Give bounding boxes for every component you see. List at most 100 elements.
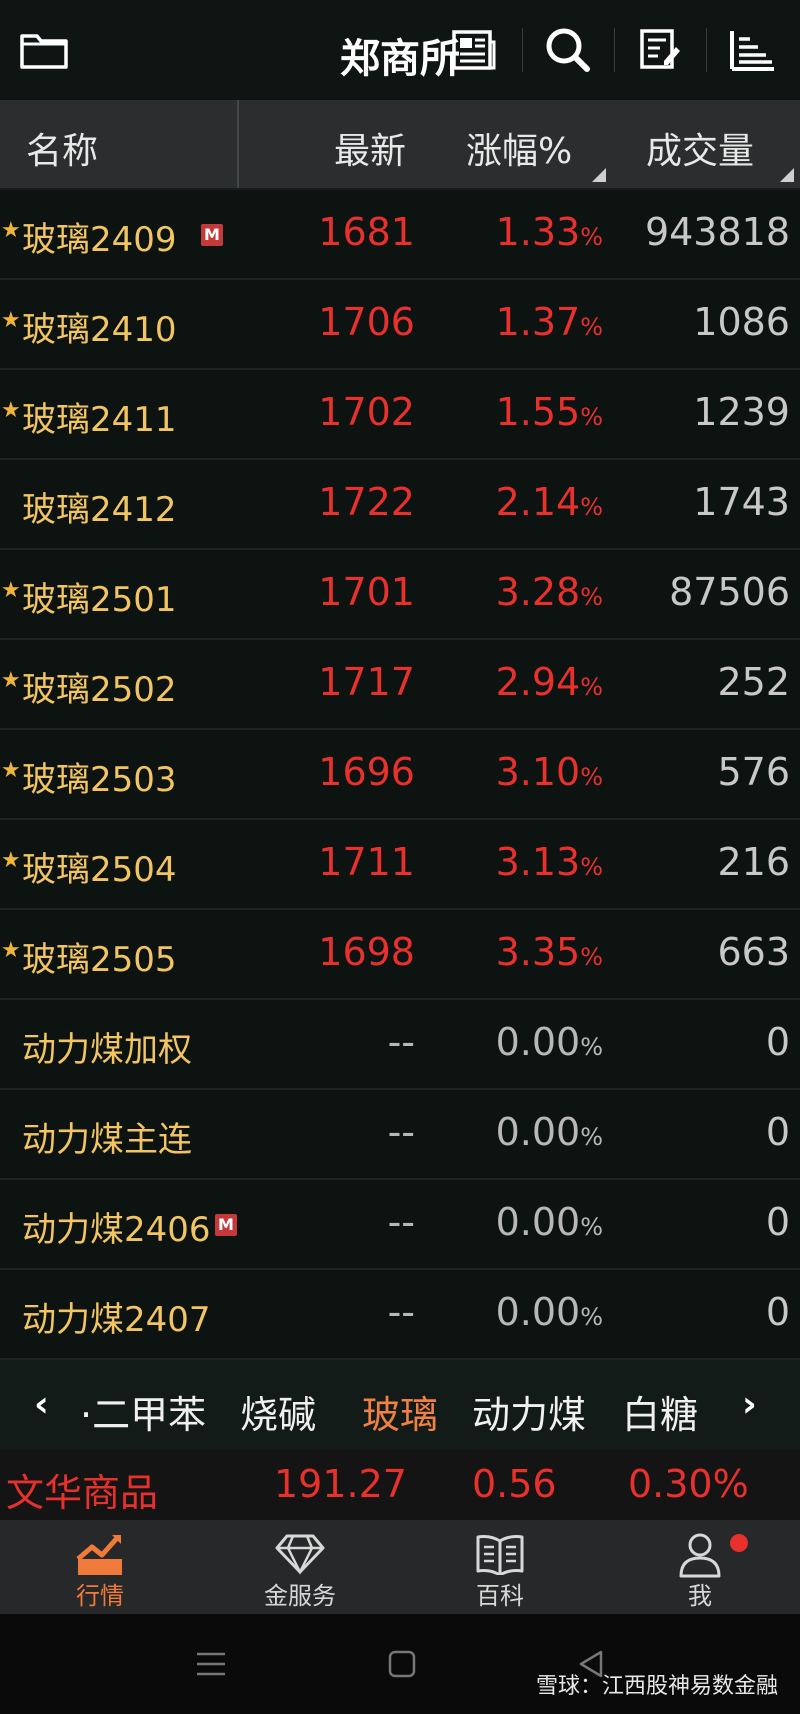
category-bar: ‹ ·二甲苯 烧碱 玻璃 动力煤 白糖 › bbox=[0, 1358, 800, 1452]
contract-name: 动力煤加权 bbox=[22, 1030, 192, 1070]
tab-market[interactable]: 行情 bbox=[0, 1520, 200, 1614]
book-icon bbox=[470, 1528, 530, 1580]
percent-symbol: % bbox=[580, 763, 603, 791]
contract-name: 玻璃2412 bbox=[22, 490, 177, 530]
star-icon: ★ bbox=[1, 218, 21, 243]
change-value: 2.94 bbox=[495, 660, 581, 704]
sort-indicator-icon bbox=[592, 168, 606, 182]
table-row[interactable]: ★ 玻璃2502 1717 2.94% 252 bbox=[0, 640, 800, 730]
table-row[interactable]: ★ 玻璃2411 1702 1.55% 1239 bbox=[0, 370, 800, 460]
column-volume[interactable]: 成交量 bbox=[646, 122, 754, 174]
change-value: 1.55 bbox=[495, 390, 581, 434]
contract-name: 玻璃2503 bbox=[22, 760, 177, 800]
star-icon: ★ bbox=[1, 668, 21, 693]
category-sugar[interactable]: 白糖 bbox=[622, 1384, 698, 1439]
latest-price: 1681 bbox=[318, 210, 415, 254]
category-xylene[interactable]: ·二甲苯 bbox=[80, 1384, 206, 1439]
market-chart-icon bbox=[70, 1528, 130, 1580]
tab-me[interactable]: 我 bbox=[600, 1520, 800, 1614]
column-latest[interactable]: 最新 bbox=[334, 122, 406, 174]
column-header: 名称 最新 涨幅% 成交量 bbox=[0, 100, 800, 190]
tab-gold-service[interactable]: 金服务 bbox=[200, 1520, 400, 1614]
column-divider bbox=[237, 100, 239, 188]
change-percent: 3.13% bbox=[496, 840, 603, 884]
sort-indicator-icon bbox=[780, 168, 794, 182]
table-row[interactable]: ★ 玻璃2505 1698 3.35% 663 bbox=[0, 910, 800, 1000]
watermark: 雪球：江西股神易数金融 bbox=[535, 1674, 778, 1699]
percent-symbol: % bbox=[580, 943, 603, 971]
latest-price: -- bbox=[387, 1200, 415, 1244]
column-change[interactable]: 涨幅% bbox=[466, 122, 572, 174]
contract-name: 玻璃2411 bbox=[22, 400, 177, 440]
menu-icon[interactable] bbox=[183, 1636, 239, 1692]
contract-name: 动力煤主连 bbox=[22, 1120, 192, 1160]
toolbar-divider bbox=[706, 28, 707, 72]
latest-price: 1717 bbox=[318, 660, 415, 704]
table-row[interactable]: 动力煤加权 -- 0.00% 0 bbox=[0, 1000, 800, 1090]
volume: 0 bbox=[765, 1290, 790, 1334]
percent-symbol: % bbox=[580, 313, 603, 341]
change-value: 0.00 bbox=[495, 1200, 581, 1244]
change-percent: 0.00% bbox=[496, 1110, 603, 1154]
star-icon: ★ bbox=[1, 578, 21, 603]
category-next-icon[interactable]: › bbox=[742, 1384, 757, 1425]
contract-name: 玻璃2501 bbox=[22, 580, 177, 620]
category-caustic-soda[interactable]: 烧碱 bbox=[240, 1384, 316, 1439]
volume: 943818 bbox=[644, 210, 790, 254]
latest-price: 1722 bbox=[318, 480, 415, 524]
folder-icon[interactable] bbox=[16, 22, 72, 78]
volume: 0 bbox=[765, 1110, 790, 1154]
news-icon[interactable] bbox=[446, 22, 502, 78]
search-icon[interactable] bbox=[540, 22, 596, 78]
percent-symbol: % bbox=[580, 673, 603, 701]
table-row[interactable]: 动力煤2407 -- 0.00% 0 bbox=[0, 1270, 800, 1360]
latest-price: 1702 bbox=[318, 390, 415, 434]
index-change: 0.56 bbox=[472, 1462, 557, 1506]
volume: 1743 bbox=[693, 480, 790, 524]
change-value: 3.10 bbox=[495, 750, 581, 794]
tab-encyclopedia[interactable]: 百科 bbox=[400, 1520, 600, 1614]
change-percent: 2.14% bbox=[496, 480, 603, 524]
volume: 663 bbox=[717, 930, 790, 974]
table-row[interactable]: ★ 玻璃2409 M 1681 1.33% 943818 bbox=[0, 190, 800, 280]
table-row[interactable]: ★ 玻璃2503 1696 3.10% 576 bbox=[0, 730, 800, 820]
table-row[interactable]: ★ 玻璃2501 1701 3.28% 87506 bbox=[0, 550, 800, 640]
change-value: 1.37 bbox=[495, 300, 581, 344]
change-value: 3.13 bbox=[495, 840, 581, 884]
home-icon[interactable] bbox=[374, 1636, 430, 1692]
change-value: 1.33 bbox=[495, 210, 581, 254]
category-thermal-coal[interactable]: 动力煤 bbox=[472, 1384, 586, 1439]
star-icon: ★ bbox=[1, 938, 21, 963]
tab-label: 百科 bbox=[476, 1582, 524, 1610]
latest-price: 1706 bbox=[318, 300, 415, 344]
percent-symbol: % bbox=[580, 1033, 603, 1061]
category-glass[interactable]: 玻璃 bbox=[362, 1384, 438, 1439]
category-prev-icon[interactable]: ‹ bbox=[34, 1384, 49, 1425]
table-row[interactable]: 动力煤2406 M -- 0.00% 0 bbox=[0, 1180, 800, 1270]
contract-name: 玻璃2504 bbox=[22, 850, 177, 890]
index-change-pct: 0.30% bbox=[628, 1462, 749, 1506]
latest-price: -- bbox=[387, 1020, 415, 1064]
quote-list: ★ 玻璃2409 M 1681 1.33% 943818 ★ 玻璃2410 1706 1.37% 1… bbox=[0, 190, 800, 1360]
edit-list-icon[interactable] bbox=[632, 22, 688, 78]
change-value: 0.00 bbox=[495, 1020, 581, 1064]
index-name: 文华商品 bbox=[6, 1471, 159, 1515]
table-row[interactable]: ★ 玻璃2504 1711 3.13% 216 bbox=[0, 820, 800, 910]
tab-label: 金服务 bbox=[264, 1582, 336, 1610]
star-icon: ★ bbox=[1, 758, 21, 783]
percent-symbol: % bbox=[580, 493, 603, 521]
change-percent: 0.00% bbox=[496, 1290, 603, 1334]
index-ticker[interactable]: 文华商品 191.27 0.56 0.30% bbox=[0, 1450, 800, 1520]
contract-name: 玻璃2409 bbox=[22, 220, 177, 260]
change-percent: 1.33% bbox=[496, 210, 603, 254]
main-contract-badge: M bbox=[201, 224, 223, 246]
table-row[interactable]: ★ 玻璃2410 1706 1.37% 1086 bbox=[0, 280, 800, 370]
table-row[interactable]: 玻璃2412 1722 2.14% 1743 bbox=[0, 460, 800, 550]
change-value: 2.14 bbox=[495, 480, 581, 524]
table-row[interactable]: 动力煤主连 -- 0.00% 0 bbox=[0, 1090, 800, 1180]
volume: 0 bbox=[765, 1020, 790, 1064]
toolbar-divider bbox=[614, 28, 615, 72]
sort-bars-icon[interactable] bbox=[724, 22, 780, 78]
star-icon: ★ bbox=[1, 848, 21, 873]
percent-symbol: % bbox=[580, 223, 603, 251]
